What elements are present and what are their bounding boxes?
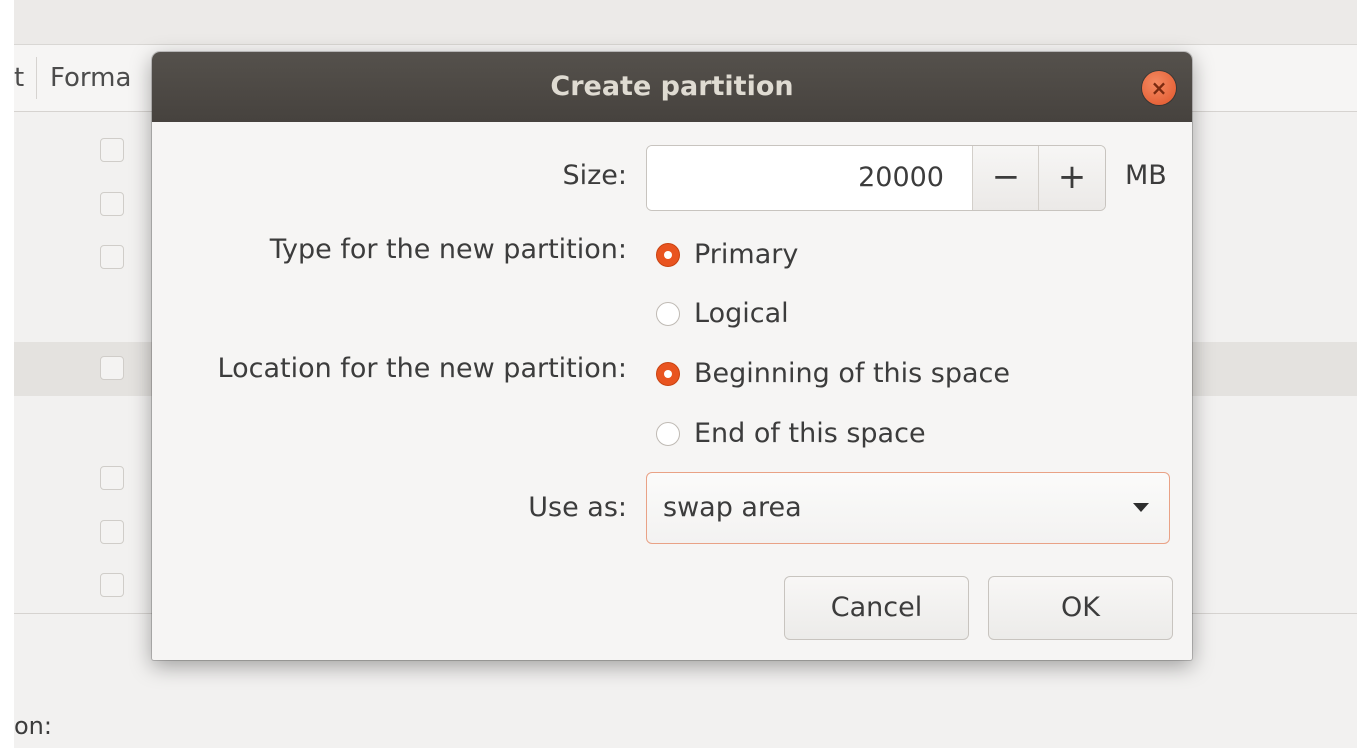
use-as-selected-value: swap area bbox=[663, 492, 802, 523]
create-partition-dialog: Create partition × Size: 20000 − + MB Ty… bbox=[152, 52, 1192, 660]
radio-selected-icon bbox=[656, 243, 680, 267]
dialog-titlebar[interactable]: Create partition × bbox=[152, 52, 1192, 122]
size-label: Size: bbox=[562, 160, 627, 191]
format-checkbox[interactable] bbox=[100, 138, 124, 162]
format-checkbox[interactable] bbox=[100, 520, 124, 544]
size-increment-button[interactable]: + bbox=[1038, 146, 1105, 210]
column-header-format[interactable]: Forma bbox=[50, 45, 131, 111]
cancel-button[interactable]: Cancel bbox=[784, 576, 969, 640]
format-checkbox[interactable] bbox=[100, 192, 124, 216]
installer-top-strip bbox=[14, 0, 1357, 45]
size-decrement-button[interactable]: − bbox=[972, 146, 1039, 210]
use-as-dropdown[interactable]: swap area bbox=[646, 472, 1170, 544]
partition-location-label: Location for the new partition: bbox=[217, 353, 627, 384]
radio-unselected-icon bbox=[656, 302, 680, 326]
close-icon[interactable]: × bbox=[1142, 71, 1176, 105]
size-spinbox: 20000 − + bbox=[646, 145, 1106, 211]
format-checkbox[interactable] bbox=[100, 573, 124, 597]
dialog-title: Create partition bbox=[550, 71, 794, 102]
radio-end-label: End of this space bbox=[694, 418, 926, 449]
size-input[interactable]: 20000 bbox=[647, 146, 972, 210]
partition-type-label: Type for the new partition: bbox=[269, 234, 627, 265]
radio-beginning-label: Beginning of this space bbox=[694, 358, 1010, 389]
format-checkbox[interactable] bbox=[100, 245, 124, 269]
radio-primary-label: Primary bbox=[694, 239, 799, 270]
use-as-label: Use as: bbox=[528, 492, 627, 523]
bootloader-device-label: on: bbox=[14, 712, 52, 740]
radio-selected-icon bbox=[656, 362, 680, 386]
dropdown-arrow-icon bbox=[1133, 503, 1149, 512]
column-separator bbox=[36, 57, 37, 99]
size-unit-label: MB bbox=[1125, 160, 1167, 191]
radio-unselected-icon bbox=[656, 422, 680, 446]
ok-button[interactable]: OK bbox=[988, 576, 1173, 640]
radio-logical-label: Logical bbox=[694, 298, 789, 329]
format-checkbox[interactable] bbox=[100, 356, 124, 380]
format-checkbox[interactable] bbox=[100, 466, 124, 490]
column-header-mount[interactable]: t bbox=[14, 45, 24, 111]
